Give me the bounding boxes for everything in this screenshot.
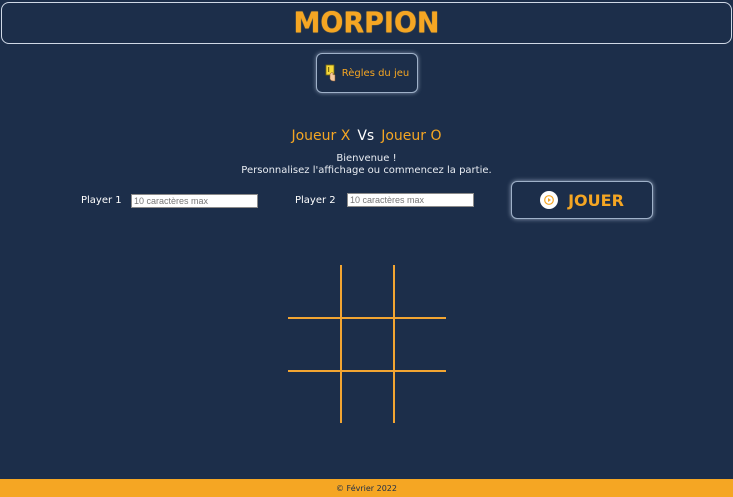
player1-label: Player 1: [81, 195, 122, 206]
player-o-name: Joueur O: [381, 128, 442, 144]
board-cell-9[interactable]: [395, 372, 447, 424]
player-x-name: Joueur X: [291, 128, 351, 144]
play-button[interactable]: JOUER: [511, 181, 653, 219]
board-cell-4[interactable]: [288, 319, 340, 371]
rules-button-label: Règles du jeu: [341, 67, 410, 79]
copyright-text: © Février 2022: [336, 483, 397, 493]
rules-icon: [325, 64, 336, 82]
header: MORPION: [1, 2, 732, 44]
versus-label: Vs: [357, 128, 375, 144]
players-title: Joueur X Vs Joueur O: [0, 128, 733, 144]
board-cell-5[interactable]: [342, 319, 394, 371]
game-logo: MORPION: [293, 6, 440, 40]
player1-input[interactable]: [131, 194, 258, 208]
play-button-label: JOUER: [568, 190, 624, 210]
board-cell-6[interactable]: [395, 319, 447, 371]
board-cell-8[interactable]: [342, 372, 394, 424]
board-cell-7[interactable]: [288, 372, 340, 424]
rules-button[interactable]: Règles du jeu: [316, 53, 418, 93]
play-icon: [540, 191, 559, 209]
welcome-line-2: Personnalisez l'affichage ou commencez l…: [241, 165, 492, 176]
player2-label: Player 2: [295, 195, 336, 206]
game-board: [288, 265, 446, 423]
board-cell-1[interactable]: [288, 265, 340, 317]
board-cell-3[interactable]: [395, 265, 447, 317]
board-cell-2[interactable]: [342, 265, 394, 317]
welcome-message: Bienvenue ! Personnalisez l'affichage ou…: [0, 153, 733, 177]
player2-input[interactable]: [347, 193, 474, 207]
welcome-line-1: Bienvenue !: [336, 153, 397, 164]
footer: © Février 2022: [0, 479, 733, 497]
